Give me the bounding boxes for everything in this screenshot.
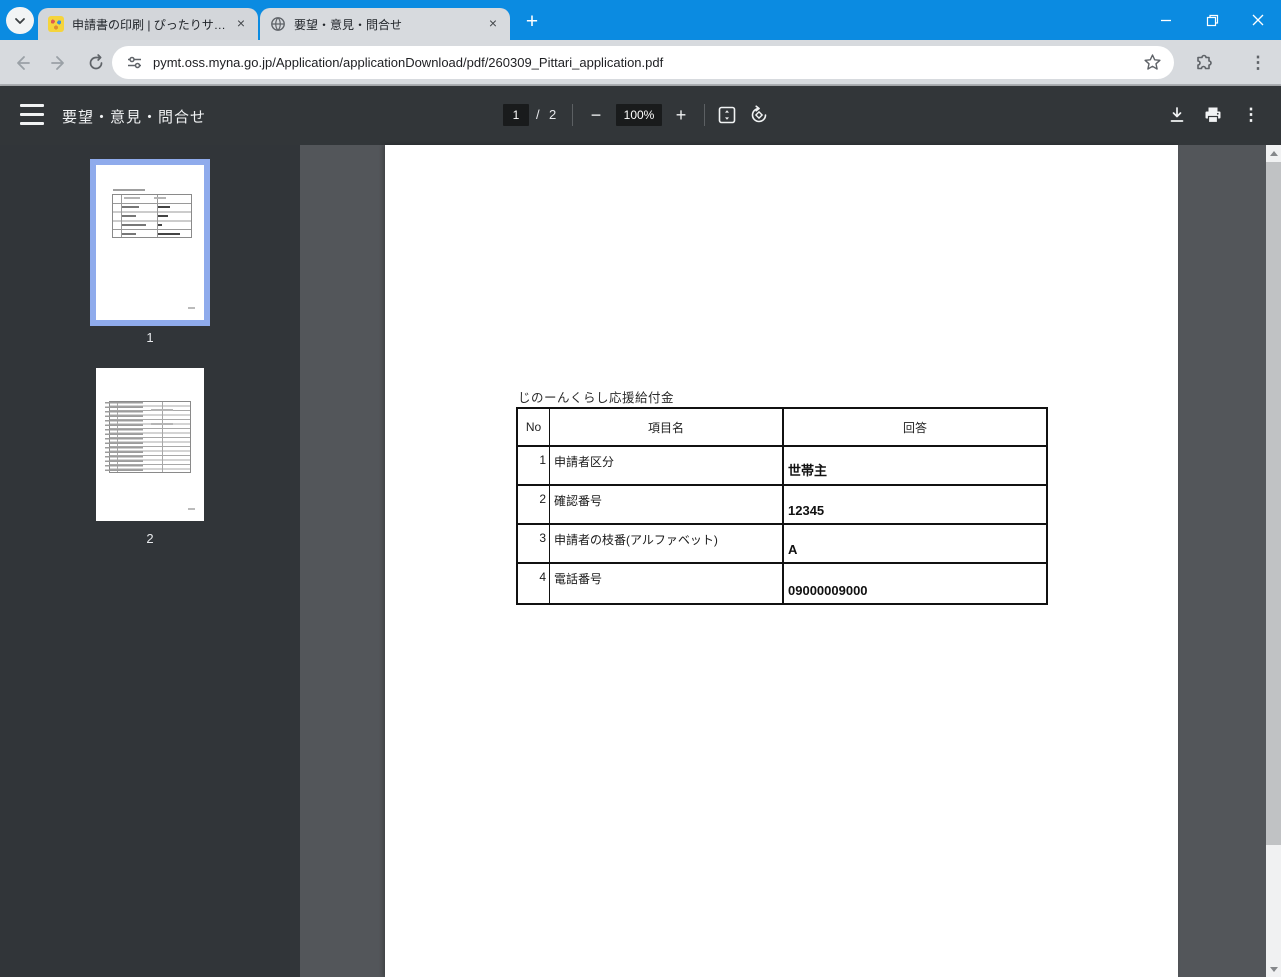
table-row-no: 2 bbox=[518, 486, 550, 525]
reload-button[interactable] bbox=[82, 49, 110, 77]
scrollbar-thumb[interactable] bbox=[1266, 162, 1281, 845]
browser-menu-icon[interactable]: ⋮ bbox=[1244, 49, 1272, 77]
table-row-answer: 09000009000 bbox=[784, 564, 1046, 603]
thumbnail-label-2: 2 bbox=[90, 531, 210, 546]
new-tab-button[interactable]: + bbox=[518, 9, 546, 37]
browser-tab-inquiry[interactable]: 要望・意見・問合せ × bbox=[260, 8, 510, 40]
pittari-favicon-icon bbox=[48, 16, 64, 32]
site-info-icon[interactable] bbox=[126, 54, 143, 71]
scroll-down-button[interactable] bbox=[1266, 961, 1281, 977]
pdf-more-options-icon[interactable]: ⋮ bbox=[1238, 102, 1264, 128]
table-row-no: 4 bbox=[518, 564, 550, 603]
zoom-out-button[interactable]: − bbox=[583, 102, 609, 128]
document-title: じのーんくらし応援給付金 bbox=[518, 387, 674, 406]
application-table: No 項目名 回答 1 申請者区分 世帯主 2 確認番号 12345 3 申請者… bbox=[516, 407, 1048, 605]
vertical-scrollbar[interactable] bbox=[1266, 145, 1281, 977]
table-row-answer: A bbox=[784, 525, 1046, 564]
table-row-answer: 12345 bbox=[784, 486, 1046, 525]
pdf-page-1: じのーんくらし応援給付金 No 項目名 回答 1 申請者区分 世帯主 2 確認番… bbox=[385, 145, 1178, 977]
forward-button[interactable] bbox=[45, 49, 73, 77]
download-icon[interactable] bbox=[1164, 102, 1190, 128]
minimize-button[interactable] bbox=[1143, 0, 1189, 40]
toolbar-separator bbox=[704, 104, 705, 126]
column-header-item: 項目名 bbox=[550, 409, 784, 447]
tab-title: 要望・意見・問合せ bbox=[294, 16, 478, 33]
column-header-no: No bbox=[518, 409, 550, 447]
tab-title: 申請書の印刷 | ぴったりサービス bbox=[72, 16, 226, 33]
close-window-button[interactable] bbox=[1235, 0, 1281, 40]
back-button[interactable] bbox=[8, 49, 36, 77]
column-header-answer: 回答 bbox=[784, 409, 1046, 447]
page-number-input[interactable]: 1 bbox=[503, 104, 529, 126]
table-row-item: 電話番号 bbox=[550, 564, 784, 603]
bookmark-star-icon[interactable] bbox=[1143, 53, 1162, 72]
pdf-viewer: 1 2 じのーんくらし応援給付金 No 項目名 回答 1 申請者区分 bbox=[0, 145, 1281, 977]
table-row-no: 1 bbox=[518, 447, 550, 486]
tab-close-icon[interactable]: × bbox=[232, 15, 250, 33]
zoom-level-input[interactable]: 100% bbox=[616, 104, 662, 126]
thumbnail-sidebar: 1 2 bbox=[0, 145, 300, 977]
pdf-content-area[interactable]: じのーんくらし応援給付金 No 項目名 回答 1 申請者区分 世帯主 2 確認番… bbox=[300, 145, 1266, 977]
extensions-icon[interactable] bbox=[1190, 49, 1218, 77]
thumbnail-page-2[interactable] bbox=[96, 368, 204, 521]
pdf-document-title: 要望・意見・問合せ bbox=[62, 106, 206, 127]
address-bar[interactable]: pymt.oss.myna.go.jp/Application/applicat… bbox=[112, 46, 1174, 79]
table-row-item: 申請者区分 bbox=[550, 447, 784, 486]
print-icon[interactable] bbox=[1200, 102, 1226, 128]
page-separator: / bbox=[536, 107, 540, 122]
url-text[interactable]: pymt.oss.myna.go.jp/Application/applicat… bbox=[153, 55, 1143, 70]
restore-button[interactable] bbox=[1189, 0, 1235, 40]
browser-tab-pittari[interactable]: 申請書の印刷 | ぴったりサービス × bbox=[38, 8, 258, 40]
tab-close-icon[interactable]: × bbox=[484, 15, 502, 33]
toolbar-separator bbox=[572, 104, 573, 126]
table-row-item: 申請者の枝番(アルファベット) bbox=[550, 525, 784, 564]
window-controls bbox=[1143, 0, 1281, 40]
table-row-no: 3 bbox=[518, 525, 550, 564]
scroll-up-button[interactable] bbox=[1266, 145, 1281, 161]
thumbnail-label-1: 1 bbox=[90, 330, 210, 345]
rotate-button[interactable] bbox=[746, 102, 772, 128]
thumbnail-page-1[interactable] bbox=[90, 159, 210, 326]
browser-toolbar: pymt.oss.myna.go.jp/Application/applicat… bbox=[0, 40, 1281, 84]
page-total: 2 bbox=[549, 107, 556, 122]
browser-window: 申請書の印刷 | ぴったりサービス × 要望・意見・問合せ × + bbox=[0, 0, 1281, 977]
table-row-item: 確認番号 bbox=[550, 486, 784, 525]
browser-titlebar: 申請書の印刷 | ぴったりサービス × 要望・意見・問合せ × + bbox=[0, 0, 1281, 40]
tab-search-button[interactable] bbox=[6, 7, 34, 34]
pdf-menu-icon[interactable] bbox=[20, 104, 44, 125]
chevron-down-icon bbox=[14, 17, 26, 25]
thumbnail-page-1-preview bbox=[96, 165, 204, 320]
globe-icon bbox=[270, 16, 286, 32]
table-row-answer: 世帯主 bbox=[784, 447, 1046, 486]
fit-to-page-button[interactable] bbox=[714, 102, 740, 128]
zoom-in-button[interactable]: + bbox=[668, 102, 694, 128]
